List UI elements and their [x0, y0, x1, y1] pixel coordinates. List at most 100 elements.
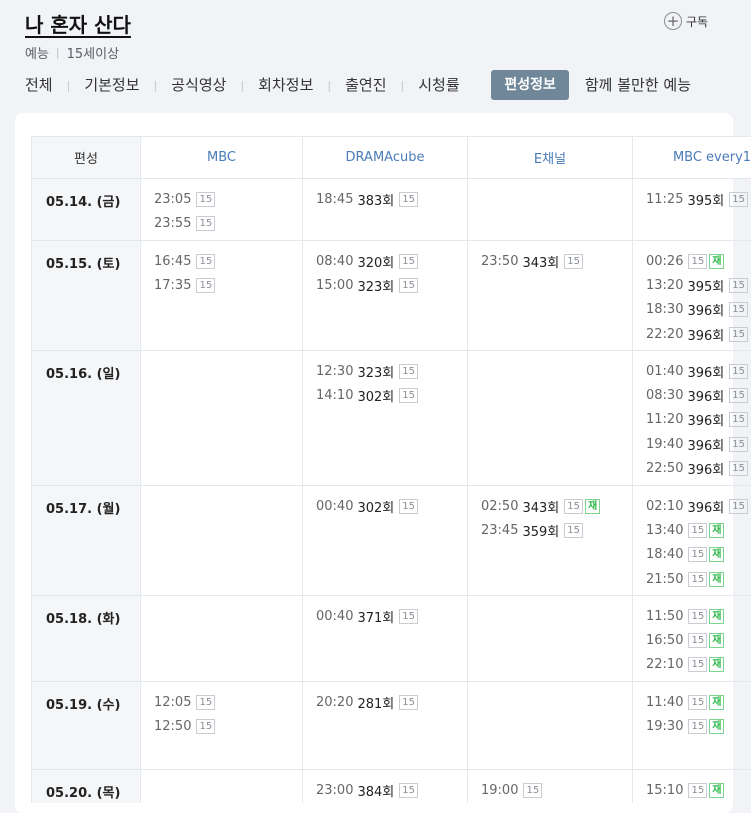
age-15-badge: 15: [729, 388, 748, 403]
rerun-badge: 재: [585, 499, 600, 514]
channel-header[interactable]: MBC: [141, 137, 303, 179]
broadcast-slot[interactable]: 02:10396회15: [646, 494, 751, 518]
rerun-badge: 재: [709, 547, 724, 562]
schedule-date: 05.14. (금): [32, 179, 141, 241]
schedule-row: 05.16. (일)12:30323회1514:10302회1501:40396…: [32, 351, 751, 486]
schedule-cell: [141, 486, 303, 596]
slot-episode: 396회: [687, 497, 724, 516]
age-15-badge: 15: [523, 783, 542, 798]
slot-time: 02:10: [646, 499, 683, 514]
broadcast-slot[interactable]: 12:5015: [154, 714, 302, 738]
broadcast-slot[interactable]: 20:20281회15: [316, 690, 467, 714]
broadcast-slot[interactable]: 23:0515: [154, 187, 302, 211]
schedule-cell: 19:0015: [468, 770, 633, 804]
broadcast-slot[interactable]: 16:5015재: [646, 628, 751, 652]
broadcast-slot[interactable]: 12:0515: [154, 690, 302, 714]
broadcast-slot[interactable]: 17:3515: [154, 273, 302, 297]
broadcast-slot[interactable]: 23:45359회15: [481, 518, 632, 542]
broadcast-slot[interactable]: 12:30323회15: [316, 359, 467, 383]
slot-episode: 302회: [357, 386, 394, 405]
broadcast-slot[interactable]: 11:20396회15: [646, 408, 751, 432]
slot-time: 21:50: [646, 572, 683, 587]
tab-bar: 전체|기본정보|공식영상|회차정보|출연진|시청률|편성정보함께 볼만한 예능: [25, 70, 691, 100]
channel-header[interactable]: DRAMAcube: [303, 137, 468, 179]
channel-header[interactable]: MBC every1: [633, 137, 751, 179]
slot-time: 22:10: [646, 657, 683, 672]
schedule-cell: 11:25395회15: [633, 179, 751, 241]
slot-time: 14:10: [316, 388, 353, 403]
broadcast-slot[interactable]: 11:4015재: [646, 690, 751, 714]
schedule-date: 05.17. (월): [32, 486, 141, 596]
broadcast-slot[interactable]: 00:40302회15: [316, 494, 467, 518]
schedule-cell: 00:2615재13:20395회1518:30396회1522:20396회1…: [633, 241, 751, 351]
broadcast-slot[interactable]: 21:5015재: [646, 567, 751, 591]
broadcast-slot[interactable]: 13:20395회15: [646, 273, 751, 297]
broadcast-slot[interactable]: 23:00384회15: [316, 778, 467, 802]
slot-time: 15:10: [646, 783, 683, 798]
rerun-badge: 재: [709, 657, 724, 672]
schedule-cell: 20:20281회15: [303, 682, 468, 770]
slot-time: 23:55: [154, 216, 191, 231]
broadcast-slot[interactable]: 01:40396회15: [646, 359, 751, 383]
broadcast-slot[interactable]: 13:4015재: [646, 518, 751, 542]
schedule-row: 05.20. (목)23:00384회1519:001515:1015재: [32, 770, 751, 804]
tab-4[interactable]: 출연진: [345, 70, 386, 100]
tab-1[interactable]: 기본정보: [84, 70, 139, 100]
broadcast-slot[interactable]: 08:30396회15: [646, 383, 751, 407]
broadcast-slot[interactable]: 16:4515: [154, 249, 302, 273]
broadcast-slot[interactable]: 02:50343회15재: [481, 494, 632, 518]
broadcast-slot[interactable]: 19:0015: [481, 778, 632, 802]
broadcast-slot[interactable]: 18:45383회15: [316, 187, 467, 211]
broadcast-slot[interactable]: 19:40396회15: [646, 432, 751, 456]
age-15-badge: 15: [399, 192, 418, 207]
tab-3[interactable]: 회차정보: [258, 70, 313, 100]
broadcast-slot[interactable]: 15:00323회15: [316, 273, 467, 297]
schedule-cell: 18:45383회15: [303, 179, 468, 241]
schedule-cell: 11:5015재16:5015재22:1015재: [633, 596, 751, 682]
program-title[interactable]: 나 혼자 산다: [25, 11, 131, 39]
broadcast-slot[interactable]: 15:1015재: [646, 778, 751, 802]
slot-time: 13:40: [646, 523, 683, 538]
schedule-cell: 23:051523:5515: [141, 179, 303, 241]
age-15-badge: 15: [688, 547, 707, 562]
broadcast-slot[interactable]: 00:2615재: [646, 249, 751, 273]
broadcast-slot[interactable]: 14:10302회15: [316, 383, 467, 407]
broadcast-slot[interactable]: 11:25395회15: [646, 187, 751, 211]
age-15-badge: 15: [688, 719, 707, 734]
tab-6[interactable]: 편성정보: [491, 70, 569, 100]
tab-divider: |: [67, 79, 71, 92]
broadcast-slot[interactable]: 22:1015재: [646, 653, 751, 677]
tab-5[interactable]: 시청률: [418, 70, 459, 100]
tab-0[interactable]: 전체: [25, 70, 53, 100]
slot-episode: 343회: [522, 252, 559, 271]
age-15-badge: 15: [399, 783, 418, 798]
broadcast-slot[interactable]: 23:50343회15: [481, 249, 632, 273]
slot-episode: 396회: [687, 386, 724, 405]
slot-episode: 396회: [687, 410, 724, 429]
age-15-badge: 15: [729, 364, 748, 379]
broadcast-slot[interactable]: 18:30396회15: [646, 298, 751, 322]
broadcast-slot[interactable]: 19:3015재: [646, 714, 751, 738]
broadcast-slot[interactable]: 00:40371회15: [316, 604, 467, 628]
broadcast-slot[interactable]: 11:5015재: [646, 604, 751, 628]
tab-divider: |: [240, 79, 244, 92]
age-15-badge: 15: [688, 523, 707, 538]
channel-header-row: 편성 MBCDRAMAcubeE채널MBC every1: [32, 137, 751, 179]
broadcast-slot[interactable]: 22:50396회15: [646, 457, 751, 481]
age-15-badge: 15: [399, 695, 418, 710]
slot-time: 13:20: [646, 278, 683, 293]
broadcast-slot[interactable]: 23:5515: [154, 211, 302, 235]
age-15-badge: 15: [688, 609, 707, 624]
broadcast-slot[interactable]: 18:4015재: [646, 543, 751, 567]
broadcast-slot[interactable]: 08:40320회15: [316, 249, 467, 273]
subscribe-button[interactable]: + 구독: [664, 12, 708, 30]
tab-2[interactable]: 공식영상: [171, 70, 226, 100]
age-15-badge: 15: [564, 499, 583, 514]
schedule-cell: 00:40302회15: [303, 486, 468, 596]
age-15-badge: 15: [399, 364, 418, 379]
schedule-corner-label: 편성: [32, 137, 141, 179]
channel-header[interactable]: E채널: [468, 137, 633, 179]
broadcast-slot[interactable]: 22:20396회15: [646, 322, 751, 346]
tab-divider: |: [401, 79, 405, 92]
tab-7[interactable]: 함께 볼만한 예능: [585, 70, 691, 100]
